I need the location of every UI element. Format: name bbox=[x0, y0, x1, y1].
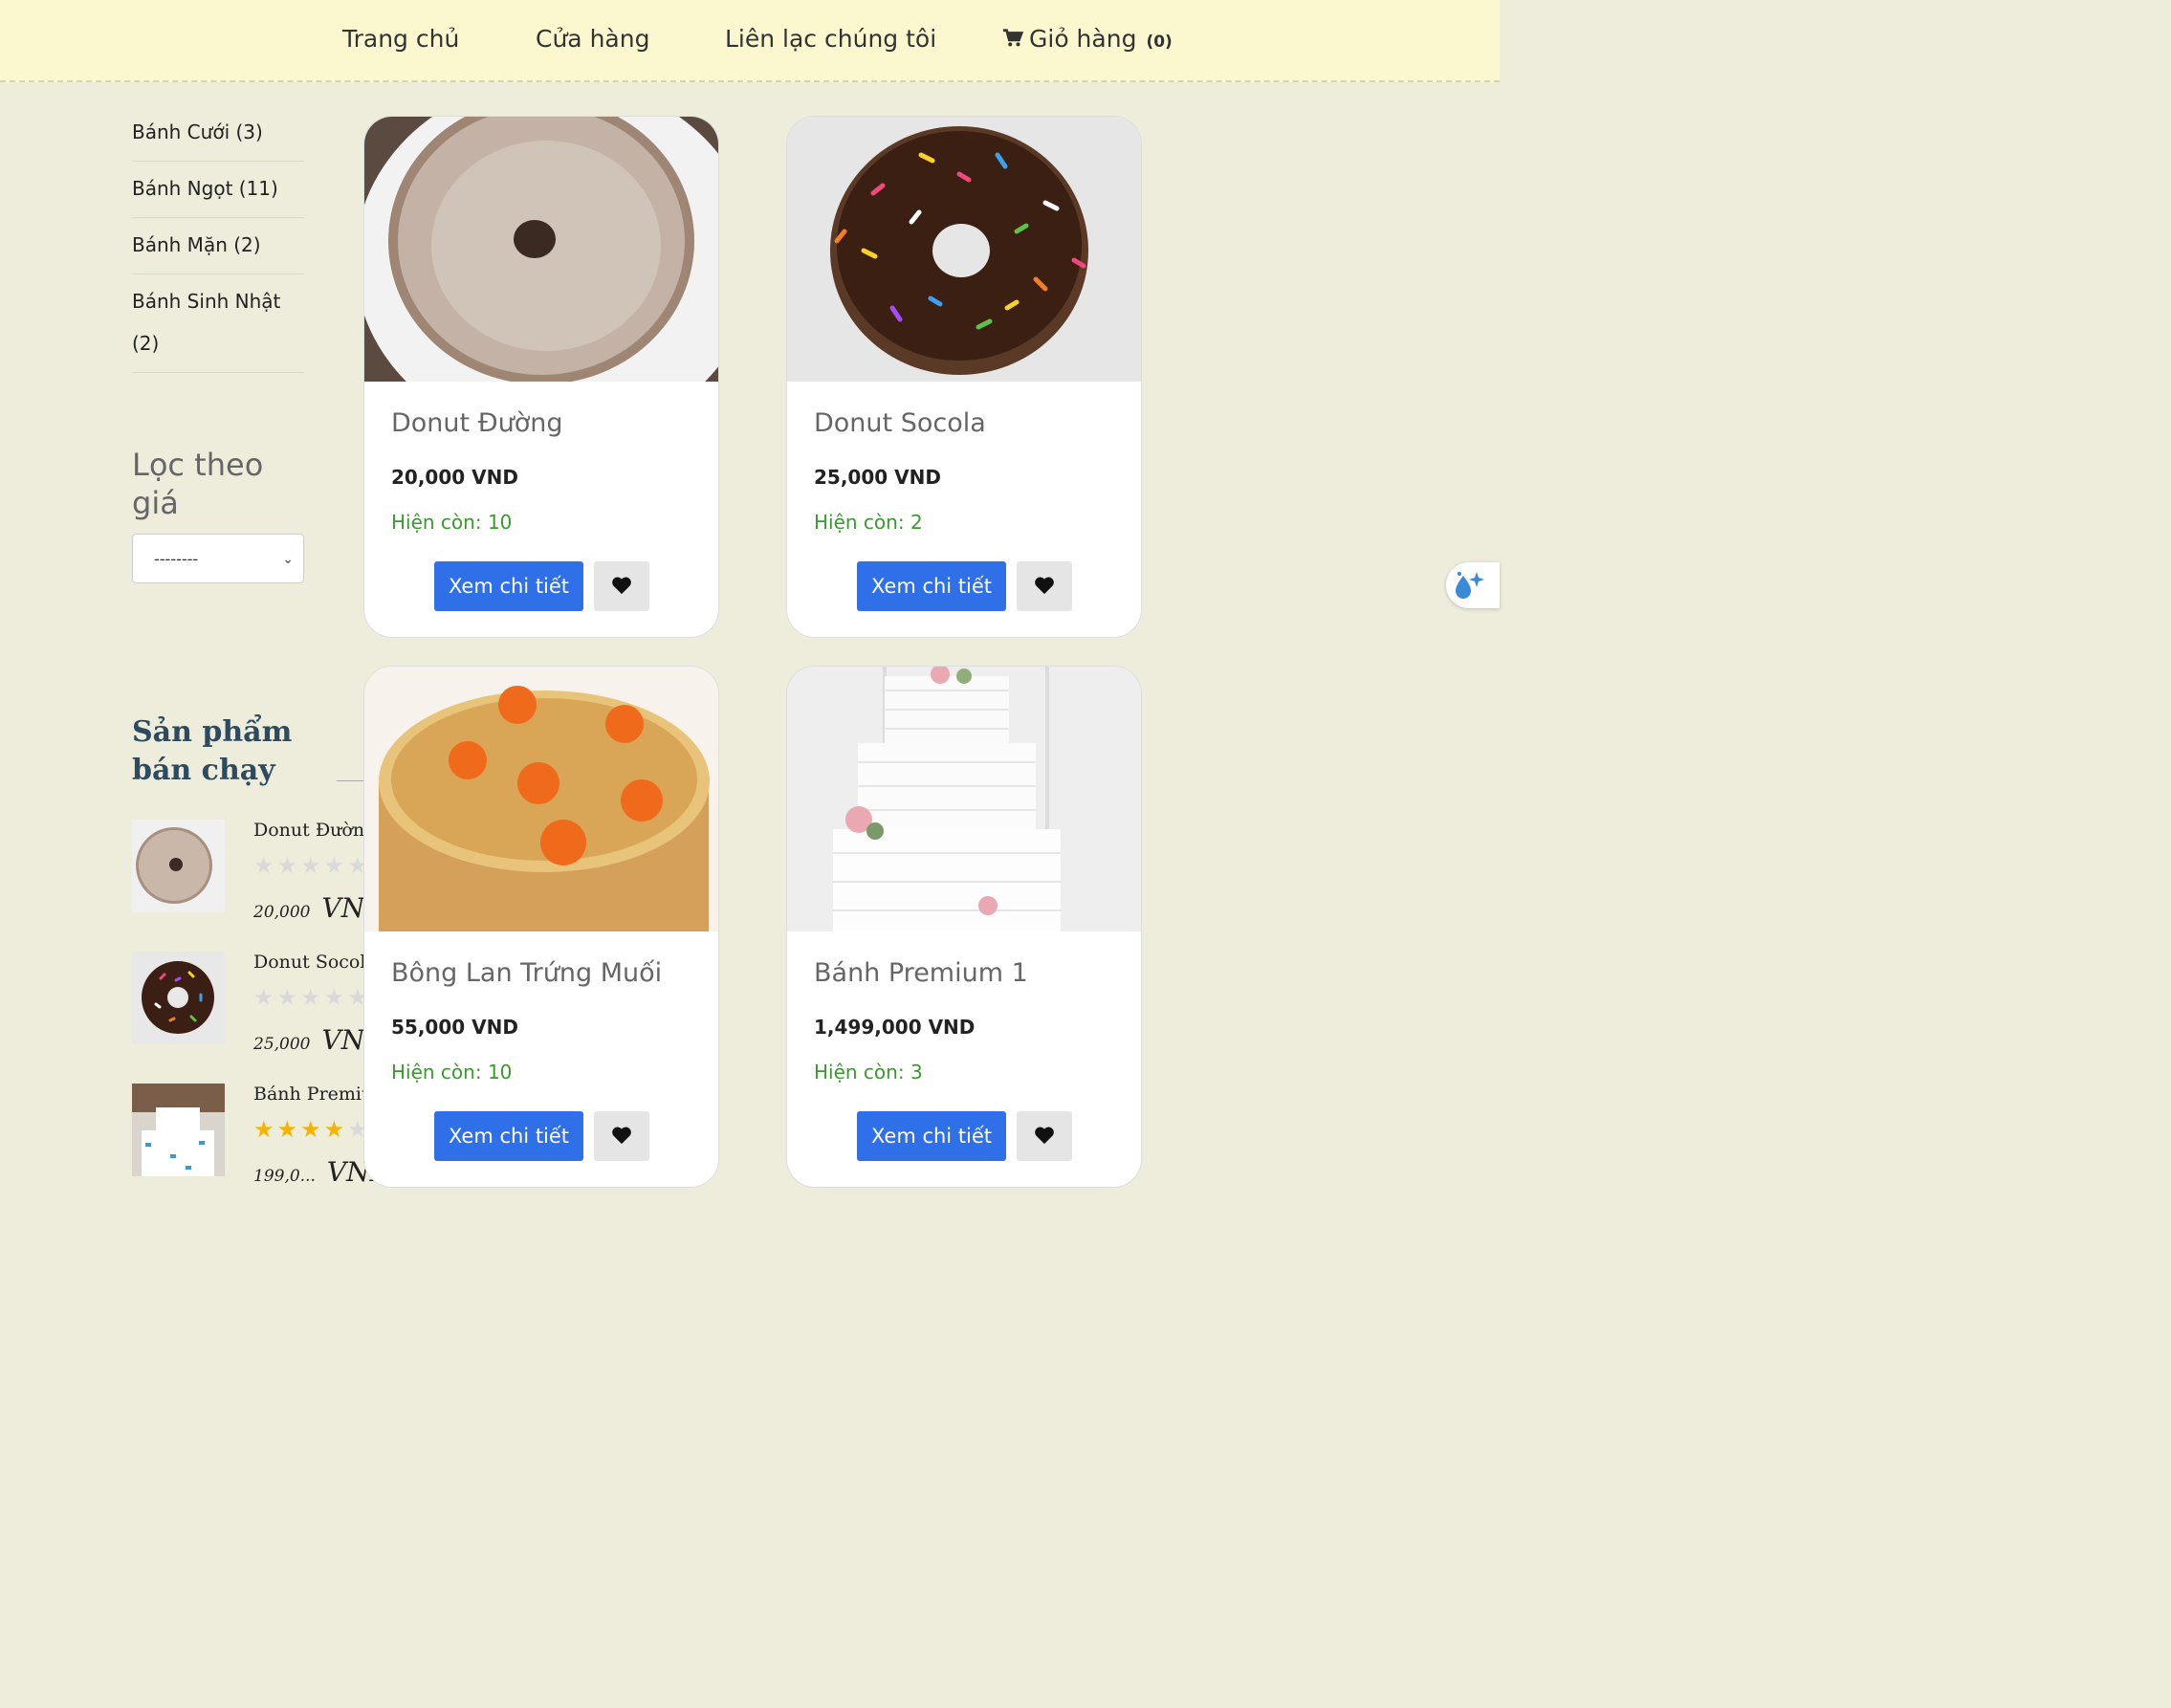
product-image[interactable] bbox=[787, 117, 1141, 382]
product-price: 20,000 VND bbox=[391, 466, 518, 489]
cart-count-badge: (0) bbox=[1146, 33, 1173, 52]
product-stock: Hiện còn: 10 bbox=[391, 1061, 513, 1084]
favorite-button[interactable] bbox=[594, 561, 649, 611]
category-item[interactable]: Bánh Mặn (2) bbox=[132, 218, 304, 274]
view-detail-button[interactable]: Xem chi tiết bbox=[857, 1111, 1006, 1161]
product-price: 1,499,000 VND bbox=[814, 1016, 976, 1039]
best-seller-thumbnail[interactable] bbox=[132, 952, 225, 1044]
product-card: Donut Socola 25,000 VND Hiện còn: 2 Xem … bbox=[786, 116, 1142, 638]
view-detail-button[interactable]: Xem chi tiết bbox=[434, 561, 583, 611]
view-detail-button[interactable]: Xem chi tiết bbox=[434, 1111, 583, 1161]
rating-stars: ★★★★★ bbox=[253, 1116, 371, 1143]
heart-icon bbox=[612, 1127, 631, 1145]
nav-home[interactable]: Trang chủ bbox=[342, 25, 459, 53]
chevron-down-icon: ⌄ bbox=[282, 552, 294, 567]
nav-contact[interactable]: Liên lạc chúng tôi bbox=[725, 25, 936, 53]
price-select-value: -------- bbox=[154, 550, 199, 568]
product-image[interactable] bbox=[787, 667, 1141, 931]
category-item[interactable]: Bánh Ngọt (11) bbox=[132, 162, 304, 218]
droplet-sparkle-icon bbox=[1456, 572, 1484, 599]
best-seller-thumbnail[interactable] bbox=[132, 820, 225, 912]
product-card: Bông Lan Trứng Muối 55,000 VND Hiện còn:… bbox=[363, 666, 719, 1188]
product-price: 25,000 VND bbox=[814, 466, 941, 489]
favorite-button[interactable] bbox=[1017, 1111, 1072, 1161]
floating-assistant-button[interactable] bbox=[1446, 562, 1500, 608]
heart-icon bbox=[612, 577, 631, 595]
price-filter-select[interactable]: -------- ⌄ bbox=[132, 534, 304, 583]
category-item[interactable]: Bánh Cưới (3) bbox=[132, 105, 304, 162]
product-name[interactable]: Bánh Premium 1 bbox=[814, 958, 1028, 988]
category-item-count[interactable]: (2) bbox=[132, 318, 304, 373]
product-stock: Hiện còn: 3 bbox=[814, 1061, 923, 1084]
top-nav: Trang chủ Cửa hàng Liên lạc chúng tôi Gi… bbox=[0, 0, 1500, 82]
product-price: 55,000 VND bbox=[391, 1016, 518, 1039]
category-item[interactable]: Bánh Sinh Nhật bbox=[132, 274, 304, 318]
product-card: Donut Đường 20,000 VND Hiện còn: 10 Xem … bbox=[363, 116, 719, 638]
favorite-button[interactable] bbox=[594, 1111, 649, 1161]
product-stock: Hiện còn: 2 bbox=[814, 511, 923, 534]
price-filter-title: Lọc theo giá bbox=[132, 447, 264, 521]
favorite-button[interactable] bbox=[1017, 561, 1072, 611]
nav-shop[interactable]: Cửa hàng bbox=[536, 25, 649, 53]
rating-stars: ★★★★★ bbox=[253, 852, 371, 879]
heart-icon bbox=[1035, 1127, 1054, 1145]
best-sellers-title: Sản phẩm bán chạy bbox=[132, 715, 293, 787]
product-stock: Hiện còn: 10 bbox=[391, 511, 513, 534]
product-card: Bánh Premium 1 1,499,000 VND Hiện còn: 3… bbox=[786, 666, 1142, 1188]
heart-icon bbox=[1035, 577, 1054, 595]
product-name[interactable]: Donut Socola bbox=[814, 408, 986, 438]
category-list: Bánh Cưới (3) Bánh Ngọt (11) Bánh Mặn (2… bbox=[132, 105, 304, 373]
product-image[interactable] bbox=[364, 667, 718, 931]
product-image[interactable] bbox=[364, 117, 718, 382]
nav-cart[interactable]: Giỏ hàng (0) bbox=[1002, 25, 1173, 53]
rating-stars: ★★★★★ bbox=[253, 984, 371, 1011]
best-seller-thumbnail[interactable] bbox=[132, 1084, 225, 1176]
best-seller-name[interactable]: Donut Đường bbox=[253, 820, 376, 841]
view-detail-button[interactable]: Xem chi tiết bbox=[857, 561, 1006, 611]
cart-icon bbox=[1002, 29, 1023, 47]
product-name[interactable]: Donut Đường bbox=[391, 408, 563, 438]
nav-cart-label: Giỏ hàng bbox=[1029, 25, 1137, 53]
best-seller-name[interactable]: Donut Socola bbox=[253, 952, 377, 973]
product-name[interactable]: Bông Lan Trứng Muối bbox=[391, 958, 662, 988]
